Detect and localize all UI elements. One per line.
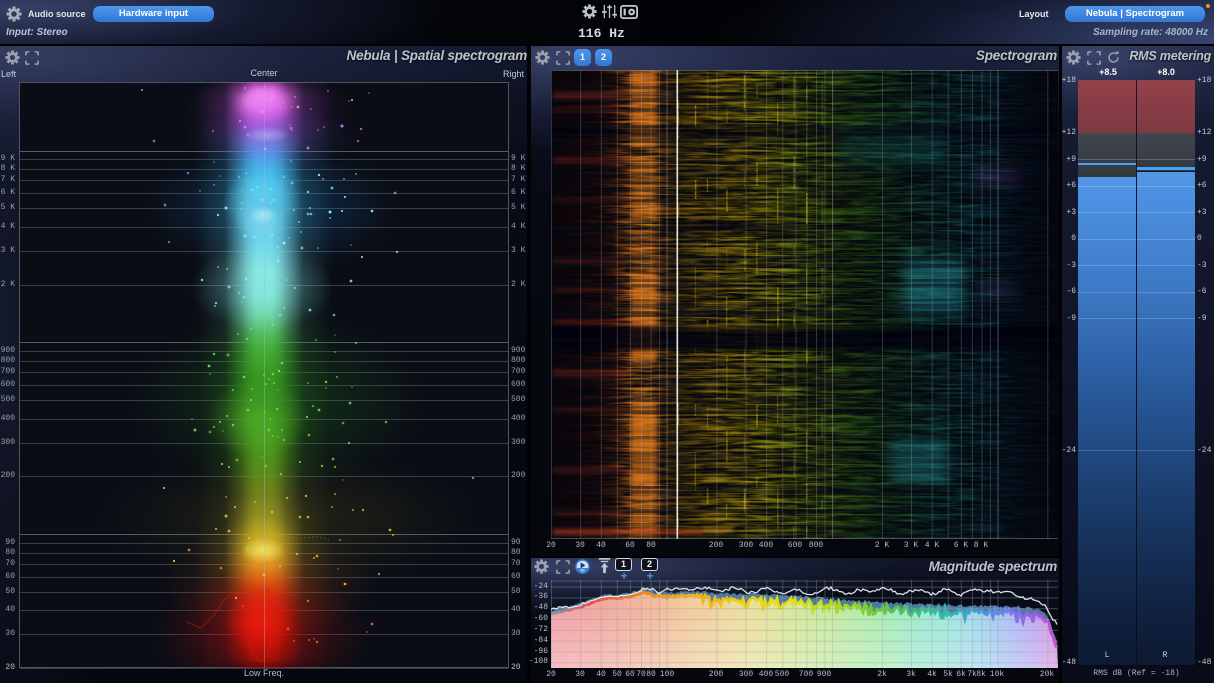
svg-text:live: live: [580, 568, 585, 572]
